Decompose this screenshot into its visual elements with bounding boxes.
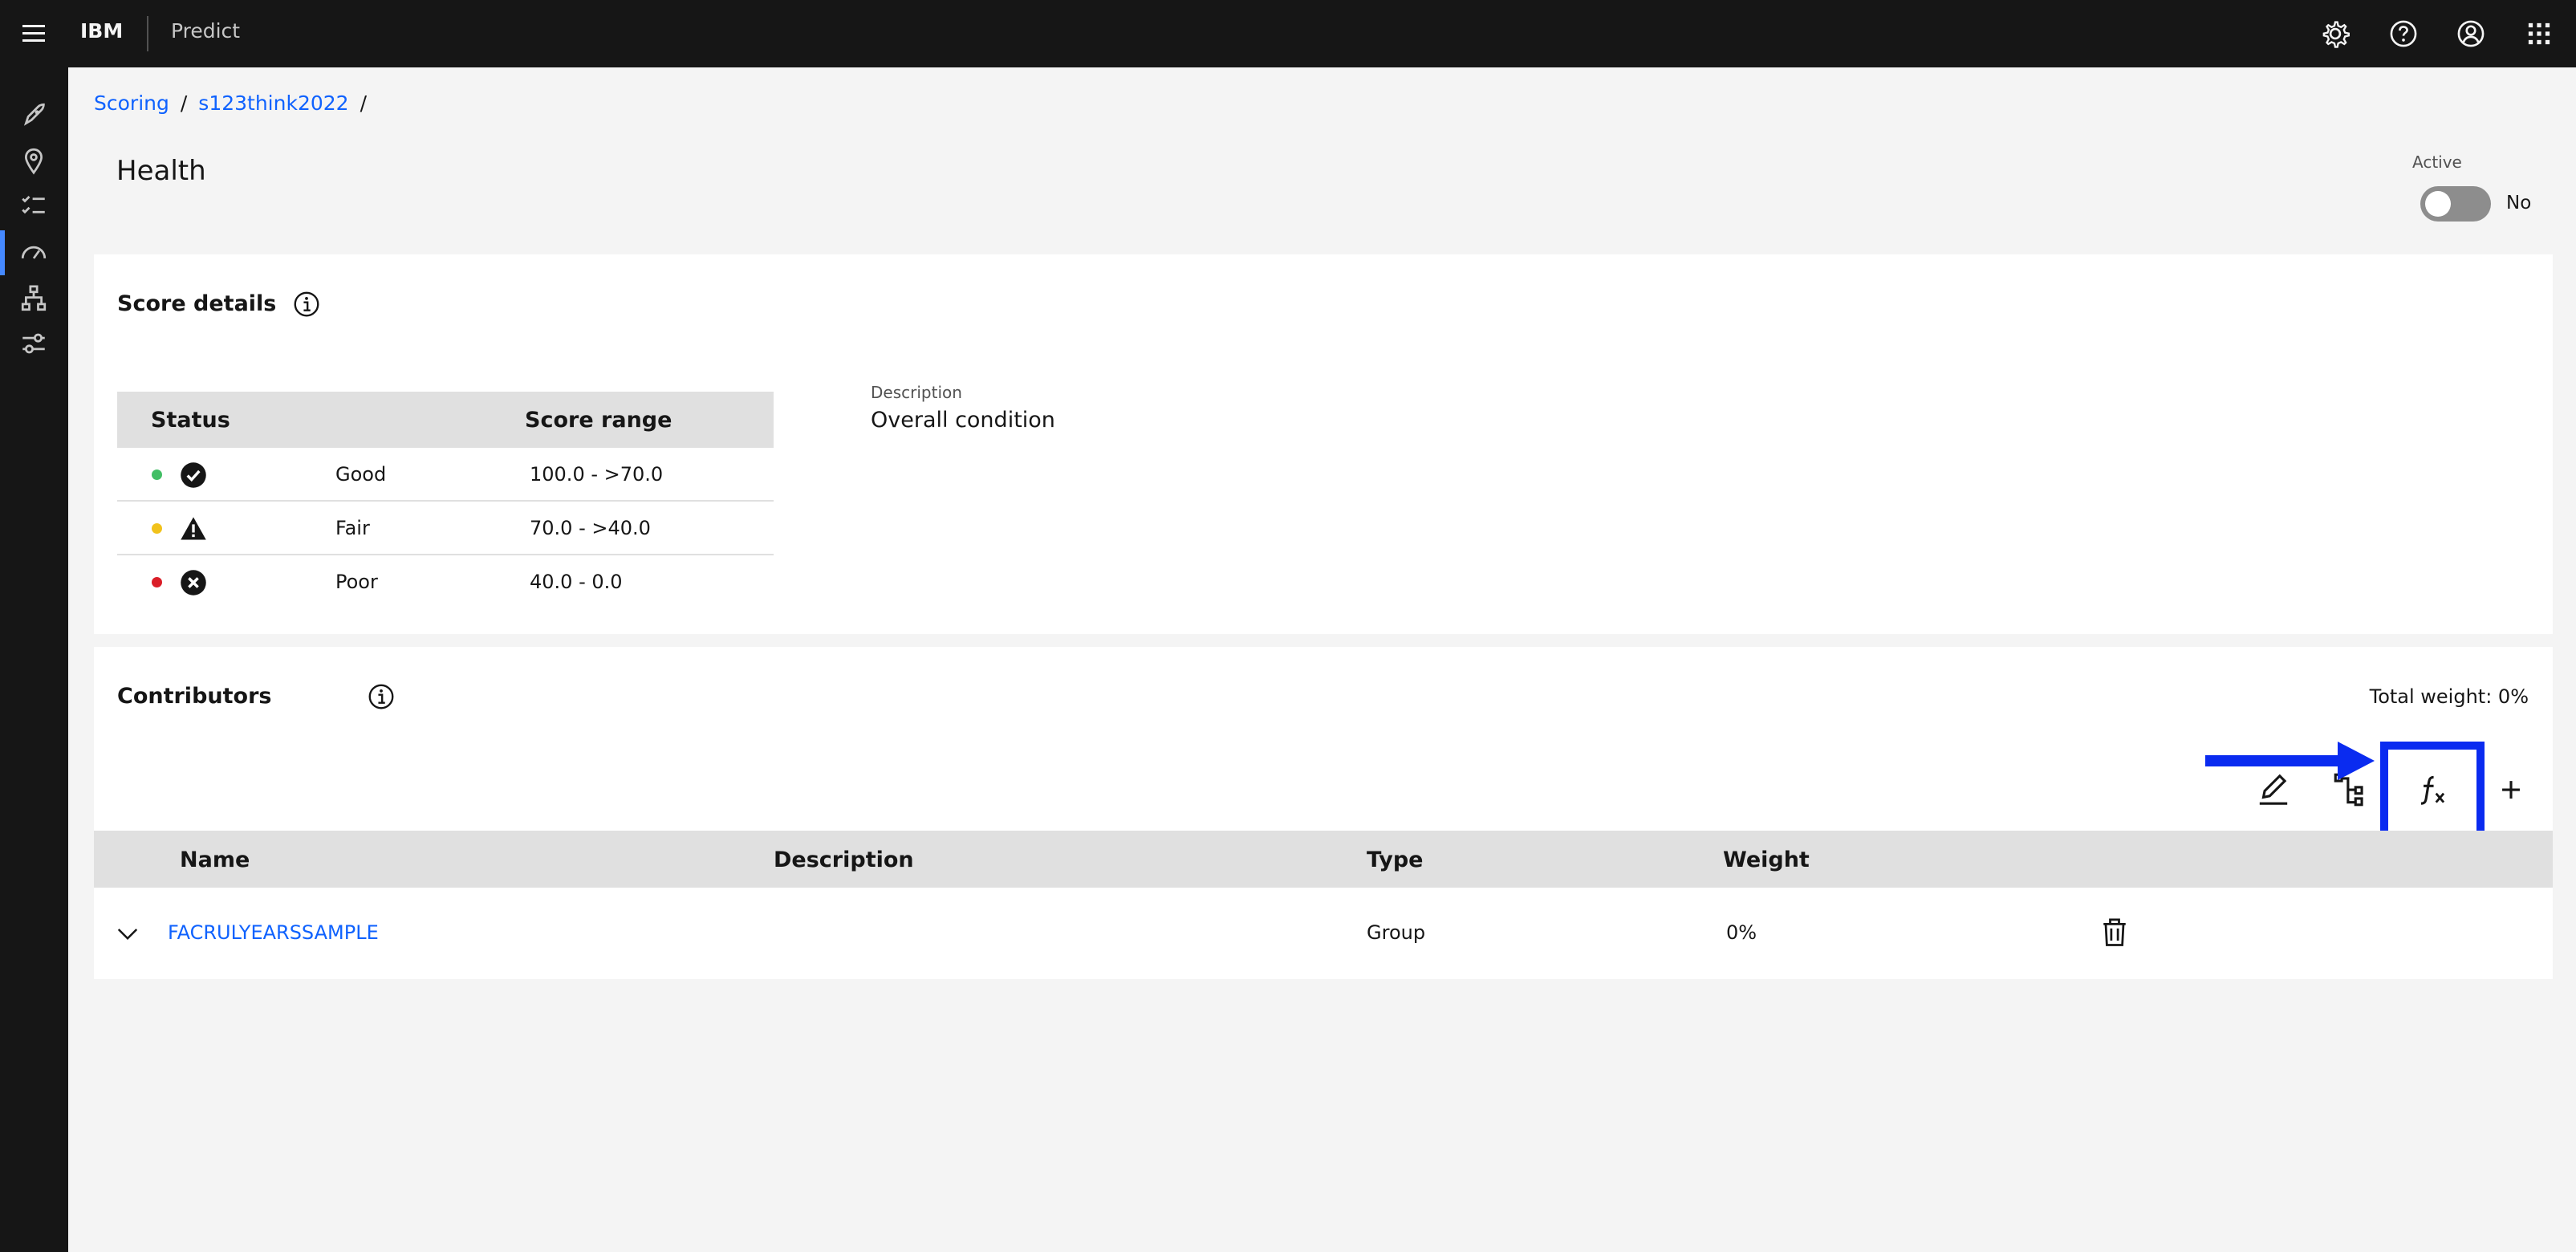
status-label: Poor xyxy=(335,571,378,593)
user-avatar-icon[interactable] xyxy=(2454,17,2488,51)
status-dot-good xyxy=(152,470,162,480)
column-header-score-range: Score range xyxy=(525,408,672,433)
status-row-fair: Fair 70.0 - >40.0 xyxy=(117,502,774,555)
active-toggle-state: No xyxy=(2506,193,2532,213)
status-row-poor: Poor 40.0 - 0.0 xyxy=(117,555,774,609)
add-icon[interactable] xyxy=(2491,770,2531,810)
score-details-panel: Score details Status Score range Good 10… xyxy=(94,254,2553,634)
column-header-type: Type xyxy=(1367,848,1424,872)
breadcrumb-link-scoring[interactable]: Scoring xyxy=(94,91,169,115)
active-toggle-label: Active xyxy=(2412,152,2462,172)
checkmark-filled-icon xyxy=(181,462,206,488)
trash-icon[interactable] xyxy=(2097,914,2132,949)
score-details-title: Score details xyxy=(117,291,277,316)
brand-name[interactable]: IBM xyxy=(80,19,123,43)
top-header: IBM Predict xyxy=(0,0,2576,67)
meter-icon[interactable] xyxy=(16,235,51,270)
contributor-name-link[interactable]: FACRULYEARSSAMPLE xyxy=(168,921,379,944)
score-range: 40.0 - 0.0 xyxy=(530,571,623,593)
help-icon[interactable] xyxy=(2387,17,2420,51)
hamburger-menu-icon[interactable] xyxy=(18,18,50,50)
status-label: Fair xyxy=(335,517,370,539)
rocket-icon[interactable] xyxy=(16,98,51,133)
total-weight: Total weight: 0% xyxy=(2369,685,2529,708)
contributors-title: Contributors xyxy=(117,684,272,709)
score-range: 100.0 - >70.0 xyxy=(530,463,664,486)
table-row: FACRULYEARSSAMPLE Group 0% xyxy=(94,888,2553,979)
info-icon[interactable] xyxy=(291,289,322,319)
product-name[interactable]: Predict xyxy=(171,19,240,43)
page-title: Health xyxy=(116,155,206,187)
annotation-arrow xyxy=(2205,755,2342,766)
chevron-down-icon[interactable] xyxy=(112,917,144,949)
column-header-description: Description xyxy=(774,848,914,872)
function-icon[interactable] xyxy=(2412,770,2452,810)
hierarchy-icon[interactable] xyxy=(16,281,51,316)
description-value: Overall condition xyxy=(871,408,1055,433)
error-filled-icon xyxy=(181,570,206,596)
settings-icon[interactable] xyxy=(2318,17,2352,51)
status-row-good: Good 100.0 - >70.0 xyxy=(117,448,774,502)
warning-filled-icon xyxy=(181,517,206,540)
status-label: Good xyxy=(335,463,387,486)
active-toggle[interactable] xyxy=(2420,186,2491,222)
breadcrumb: Scoring / s123think2022 / xyxy=(94,91,378,115)
annotation-arrow-head xyxy=(2338,742,2375,780)
contributors-panel: Contributors Total weight: 0% Name Descr… xyxy=(94,647,2553,979)
status-table: Status Score range Good 100.0 - >70.0 Fa… xyxy=(117,392,774,609)
column-header-status: Status xyxy=(151,408,230,433)
score-range: 70.0 - >40.0 xyxy=(530,517,651,539)
edit-icon[interactable] xyxy=(2253,770,2294,810)
app-switcher-icon[interactable] xyxy=(2522,17,2556,51)
status-dot-fair xyxy=(152,523,162,534)
breadcrumb-separator: / xyxy=(360,91,368,115)
contributor-weight: 0% xyxy=(1726,921,1757,944)
status-dot-poor xyxy=(152,577,162,587)
column-header-weight: Weight xyxy=(1723,848,1810,872)
left-nav-rail xyxy=(0,67,68,1252)
contributors-table-header: Name Description Type Weight xyxy=(94,831,2553,888)
breadcrumb-link-model[interactable]: s123think2022 xyxy=(198,91,348,115)
description-label: Description xyxy=(871,383,962,402)
location-icon[interactable] xyxy=(16,143,51,178)
info-icon[interactable] xyxy=(366,681,396,712)
header-divider xyxy=(147,16,148,51)
toggle-knob xyxy=(2425,191,2451,217)
sliders-icon[interactable] xyxy=(16,326,51,361)
breadcrumb-separator: / xyxy=(180,91,188,115)
status-table-header: Status Score range xyxy=(117,392,774,448)
active-nav-indicator xyxy=(0,230,5,275)
contributor-type: Group xyxy=(1367,921,1426,944)
column-header-name: Name xyxy=(180,848,250,872)
checklist-icon[interactable] xyxy=(16,188,51,223)
